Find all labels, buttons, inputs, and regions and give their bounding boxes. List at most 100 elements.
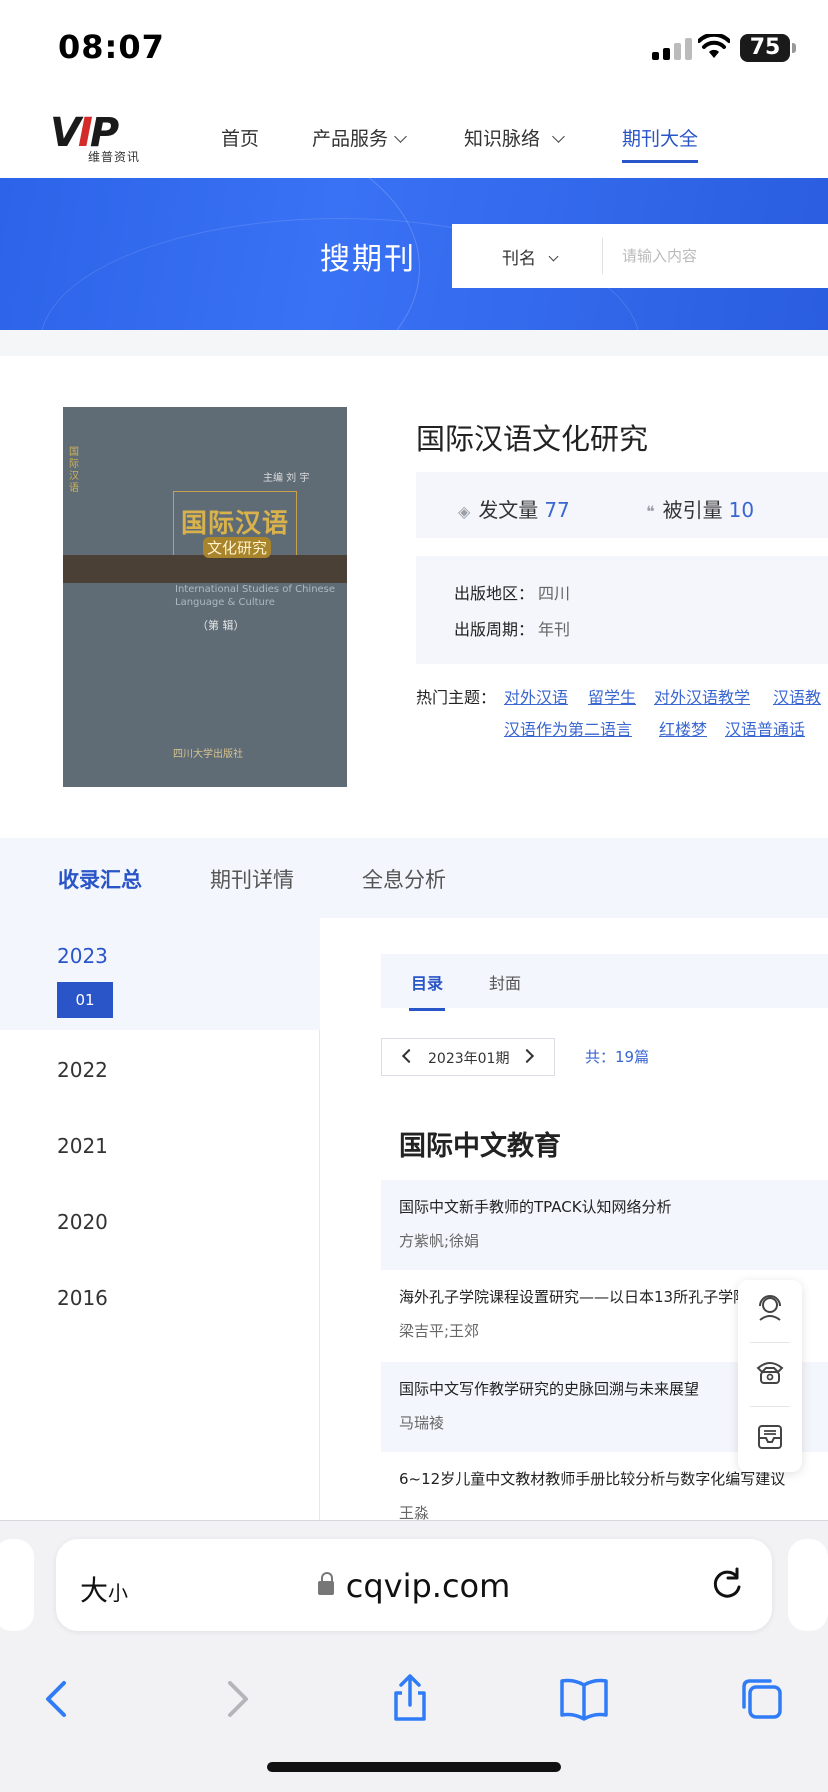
headset-icon[interactable] [754,1292,786,1324]
article-authors: 梁吉平;王郊 [399,1322,480,1340]
journal-title: 国际汉语文化研究 [416,422,649,456]
nav-knowledge-label: 知识脉络 [464,128,541,150]
cover-title: 国际汉语 [181,509,290,539]
nav-products-label: 产品服务 [312,128,389,150]
article-total: 共：19篇 [585,1048,650,1066]
issue-picker: 2023年01期 [381,1038,555,1076]
logo-subtitle: 维普资讯 [88,150,141,164]
article-authors: 方紫帆;徐娟 [399,1232,480,1250]
previous-tab-peek[interactable] [0,1539,34,1631]
mail-icon[interactable] [754,1420,786,1452]
top-nav: VIP 维普资讯 首页 产品服务 知识脉络 期刊大全 [0,96,828,178]
subtab-toc[interactable]: 目录 [408,970,446,1011]
hot-topics-label: 热门主题： [416,688,497,707]
floating-service-bar [738,1280,802,1472]
article-item[interactable]: 国际中文新手教师的TPACK认知网络分析 方紫帆;徐娟 [381,1180,828,1270]
tab-journal-details[interactable]: 期刊详情 [210,864,294,894]
nav-products[interactable]: 产品服务 [312,124,407,151]
section-heading: 国际中文教育 [399,1131,561,1162]
chevron-right-icon[interactable] [519,1048,535,1064]
tab-collection[interactable]: 收录汇总 [58,864,142,894]
year-item[interactable]: 2016 [57,1286,108,1310]
search-box: 刊名 [452,224,828,288]
forward-icon[interactable] [208,1671,264,1727]
issue-picker-label: 2023年01期 [428,1051,510,1067]
nav-journals[interactable]: 期刊大全 [622,124,699,163]
url-display[interactable]: cqvip.com [56,1567,772,1605]
year-item-active[interactable]: 2023 01 [0,918,320,1030]
search-divider [602,238,603,274]
contents-subtabs: 目录 封面 [381,954,828,1011]
year-sidebar: 2023 01 2022 2021 2020 2016 [0,918,320,1520]
stat-articles: ◈ 发文量 77 [458,494,570,523]
cover-volume: （第 辑） [197,619,245,632]
meta-region: 出版地区： 四川 [454,580,570,604]
nav-journals-label: 期刊大全 [622,128,699,150]
vip-logo[interactable]: VIP 维普资讯 [50,110,150,164]
stat-citations-label: 被引量 [662,498,723,522]
article-title[interactable]: 6~12岁儿童中文教材教师手册比较分析与数字化编写建议 [399,1468,785,1489]
tabs-icon[interactable] [734,1671,790,1727]
reload-icon[interactable] [708,1565,746,1603]
share-icon[interactable] [382,1671,438,1727]
journal-cover-image: 国际汉语 主编 刘 宇 国际汉语 文化研究 International Stud… [63,407,347,787]
meta-region-value: 四川 [538,584,571,603]
chevron-left-icon[interactable] [401,1048,417,1064]
journal-meta: 出版地区： 四川 出版周期： 年刊 [416,556,828,664]
nav-home[interactable]: 首页 [221,124,259,151]
stat-citations-count: 10 [728,498,755,522]
banner-title: 搜期刊 [320,242,416,277]
subtab-cover[interactable]: 封面 [489,970,521,994]
year-label: 2023 [57,944,108,968]
topic-link[interactable]: 留学生 [588,684,636,708]
stat-citations: ❝ 被引量 10 [646,494,754,523]
wifi-icon [698,34,730,58]
article-authors: 王淼 [399,1504,430,1520]
chevron-down-icon [394,130,407,143]
divider [750,1406,790,1407]
article-title[interactable]: 国际中文写作教学研究的史脉回溯与未来展望 [399,1378,699,1399]
year-item[interactable]: 2021 [57,1134,108,1158]
journal-stats: ◈ 发文量 77 ❝ 被引量 10 [416,472,828,538]
search-banner: 搜期刊 刊名 [0,178,828,330]
issue-chip[interactable]: 01 [57,982,113,1018]
stat-articles-label: 发文量 [478,498,539,522]
divider [750,1342,790,1343]
nav-home-label: 首页 [221,128,260,150]
topic-link[interactable]: 红楼梦 [659,716,707,740]
layers-icon: ◈ [458,502,471,521]
article-authors: 马瑞祾 [399,1414,445,1432]
cover-english-title: International Studies of Chinese Languag… [175,584,336,608]
meta-frequency-label: 出版周期： [454,620,535,639]
chevron-down-icon [552,130,565,143]
browser-toolbar: 大小 cqvip.com [0,1520,828,1792]
tab-analysis[interactable]: 全息分析 [362,864,446,894]
back-icon[interactable] [30,1671,86,1727]
journal-tabs: 收录汇总 期刊详情 全息分析 [0,838,828,918]
address-bar[interactable]: 大小 cqvip.com [56,1539,772,1631]
battery-icon: 75 [740,34,796,62]
quote-icon: ❝ [646,502,655,521]
bookmarks-icon[interactable] [556,1671,612,1727]
article-title[interactable]: 国际中文新手教师的TPACK认知网络分析 [399,1196,672,1217]
meta-frequency-value: 年刊 [538,620,571,639]
article-title[interactable]: 海外孔子学院课程设置研究——以日本13所孔子学院为例 [399,1286,778,1307]
topic-link[interactable]: 汉语教 [773,684,821,708]
section-gap [0,330,828,356]
cover-publisher: 四川大学出版社 [173,749,243,760]
search-field-select[interactable]: 刊名 [502,244,559,269]
year-item[interactable]: 2022 [57,1058,108,1082]
next-tab-peek[interactable] [788,1539,828,1631]
topic-link[interactable]: 汉语普通话 [725,716,805,740]
cellular-signal-icon [652,38,692,60]
stat-articles-count: 77 [544,498,570,522]
year-item[interactable]: 2020 [57,1210,108,1234]
search-input[interactable] [622,238,812,274]
topic-link[interactable]: 对外汉语教学 [654,684,750,708]
topic-link[interactable]: 对外汉语 [504,684,568,708]
topic-link[interactable]: 汉语作为第二语言 [504,716,632,740]
cover-band [63,555,347,583]
nav-knowledge[interactable]: 知识脉络 [464,124,565,151]
meta-frequency: 出版周期： 年刊 [454,616,570,640]
phone-icon[interactable] [754,1356,786,1388]
